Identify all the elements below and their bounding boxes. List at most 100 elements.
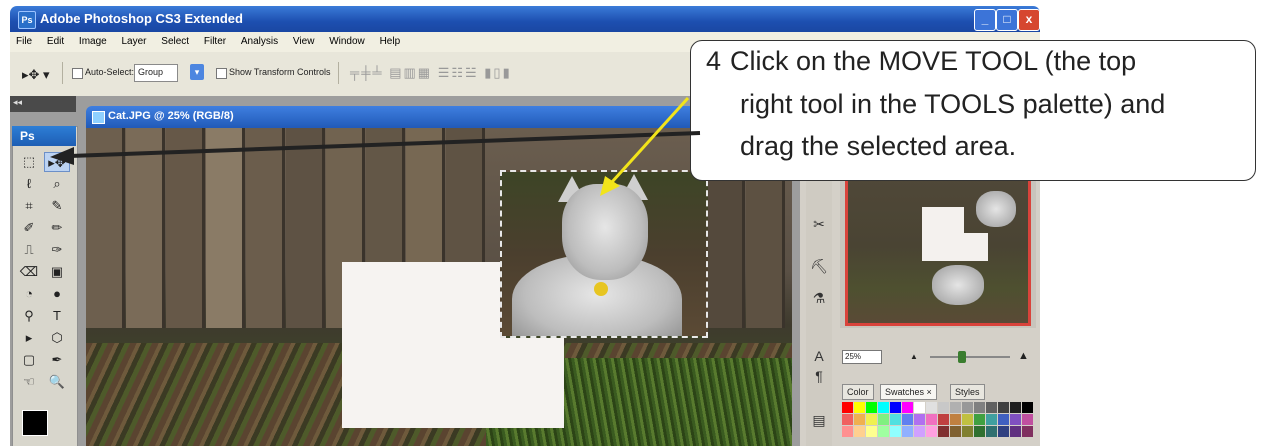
- color-swatch[interactable]: [926, 414, 937, 425]
- lasso-tool[interactable]: ℓ: [16, 174, 42, 194]
- shape-tool[interactable]: ⬡: [44, 328, 70, 348]
- paragraph-icon[interactable]: ¶: [810, 368, 828, 384]
- color-swatch[interactable]: [950, 402, 961, 413]
- foreground-color-swatch[interactable]: [22, 410, 48, 436]
- move-tool-preset-icon[interactable]: ▸✥ ▾: [22, 67, 50, 83]
- layer-comps-icon[interactable]: ▤: [810, 412, 828, 429]
- color-swatch[interactable]: [986, 402, 997, 413]
- color-swatch[interactable]: [866, 426, 877, 437]
- slice-tool[interactable]: ✎: [44, 196, 70, 216]
- menu-layer[interactable]: Layer: [116, 32, 153, 47]
- eraser-tool[interactable]: ⌫: [16, 262, 42, 282]
- color-swatch[interactable]: [902, 414, 913, 425]
- menu-window[interactable]: Window: [323, 32, 371, 47]
- auto-select-checkbox[interactable]: [72, 68, 83, 79]
- character-icon[interactable]: A: [810, 348, 828, 364]
- color-swatch[interactable]: [842, 426, 853, 437]
- tab-styles[interactable]: Styles: [950, 384, 985, 400]
- eyedropper-tool[interactable]: ✒: [44, 350, 70, 370]
- color-swatch[interactable]: [986, 414, 997, 425]
- maximize-button[interactable]: □: [996, 9, 1018, 31]
- color-swatch[interactable]: [854, 402, 865, 413]
- color-swatch[interactable]: [914, 402, 925, 413]
- color-swatch[interactable]: [974, 414, 985, 425]
- tools-palette-header[interactable]: ◂◂: [10, 96, 76, 112]
- close-button[interactable]: x: [1018, 9, 1040, 31]
- color-swatch[interactable]: [1010, 414, 1021, 425]
- color-swatch[interactable]: [890, 414, 901, 425]
- tool-presets-icon[interactable]: ✂: [810, 216, 828, 233]
- selected-area[interactable]: [500, 170, 708, 338]
- color-swatch[interactable]: [998, 402, 1009, 413]
- color-swatch[interactable]: [926, 402, 937, 413]
- color-swatch[interactable]: [914, 414, 925, 425]
- color-swatch[interactable]: [938, 426, 949, 437]
- color-swatch[interactable]: [938, 414, 949, 425]
- color-swatch[interactable]: [962, 426, 973, 437]
- magic-wand-tool[interactable]: ⌕: [44, 174, 70, 194]
- history-brush-tool[interactable]: ✑: [44, 240, 70, 260]
- healing-brush-tool[interactable]: ✐: [16, 218, 42, 238]
- clone-stamp-tool[interactable]: ⎍: [16, 240, 42, 260]
- color-swatch[interactable]: [854, 426, 865, 437]
- gradient-tool[interactable]: ▣: [44, 262, 70, 282]
- chevron-down-icon[interactable]: ▾: [190, 64, 204, 80]
- color-swatch[interactable]: [1022, 426, 1033, 437]
- collapse-icon[interactable]: ◂◂: [13, 97, 22, 108]
- minimize-button[interactable]: _: [974, 9, 996, 31]
- show-transform-checkbox[interactable]: [216, 68, 227, 79]
- zoom-tool[interactable]: 🔍: [44, 372, 70, 392]
- color-swatch[interactable]: [1010, 402, 1021, 413]
- menu-edit[interactable]: Edit: [41, 32, 70, 47]
- color-swatch[interactable]: [878, 426, 889, 437]
- zoom-field[interactable]: 25%: [842, 350, 882, 364]
- type-tool[interactable]: T: [44, 306, 70, 326]
- dodge-tool[interactable]: ●: [44, 284, 70, 304]
- color-swatch[interactable]: [998, 414, 1009, 425]
- color-swatch[interactable]: [842, 414, 853, 425]
- zoom-out-icon[interactable]: ▲: [910, 352, 918, 361]
- menu-filter[interactable]: Filter: [198, 32, 232, 47]
- color-swatch[interactable]: [950, 414, 961, 425]
- tab-swatches[interactable]: Swatches ×: [880, 384, 937, 400]
- pen-tool[interactable]: ⚲: [16, 306, 42, 326]
- zoom-slider-thumb[interactable]: [958, 351, 966, 363]
- clone-source-icon[interactable]: ⚗: [810, 290, 828, 307]
- marquee-tool[interactable]: ⬚: [16, 152, 42, 172]
- menu-help[interactable]: Help: [374, 32, 407, 47]
- menu-view[interactable]: View: [287, 32, 321, 47]
- color-swatch[interactable]: [926, 426, 937, 437]
- brushes-icon[interactable]: ⛏: [810, 258, 828, 275]
- document-canvas[interactable]: [86, 128, 792, 446]
- color-swatch[interactable]: [974, 426, 985, 437]
- color-swatch[interactable]: [902, 426, 913, 437]
- color-swatch[interactable]: [878, 414, 889, 425]
- color-swatch[interactable]: [962, 402, 973, 413]
- color-swatch[interactable]: [914, 426, 925, 437]
- color-swatch[interactable]: [842, 402, 853, 413]
- color-swatch[interactable]: [866, 414, 877, 425]
- color-swatch[interactable]: [962, 414, 973, 425]
- color-swatch[interactable]: [1022, 414, 1033, 425]
- color-swatch[interactable]: [902, 402, 913, 413]
- crop-tool[interactable]: ⌗: [16, 196, 42, 216]
- color-swatch[interactable]: [1010, 426, 1021, 437]
- color-swatch[interactable]: [866, 402, 877, 413]
- hand-tool[interactable]: ☜: [16, 372, 42, 392]
- blur-tool[interactable]: ◔: [16, 284, 42, 304]
- notes-tool[interactable]: ▢: [16, 350, 42, 370]
- menu-analysis[interactable]: Analysis: [235, 32, 284, 47]
- menu-select[interactable]: Select: [155, 32, 195, 47]
- color-swatch[interactable]: [974, 402, 985, 413]
- tab-color[interactable]: Color: [842, 384, 874, 400]
- color-swatch[interactable]: [890, 402, 901, 413]
- color-swatch[interactable]: [1022, 402, 1033, 413]
- color-swatch[interactable]: [950, 426, 961, 437]
- color-swatch[interactable]: [854, 414, 865, 425]
- menu-file[interactable]: File: [10, 32, 38, 47]
- color-swatch[interactable]: [878, 402, 889, 413]
- zoom-in-icon[interactable]: ▲: [1018, 350, 1029, 362]
- color-swatch[interactable]: [986, 426, 997, 437]
- move-tool[interactable]: ▸✥: [44, 152, 70, 172]
- color-swatch[interactable]: [998, 426, 1009, 437]
